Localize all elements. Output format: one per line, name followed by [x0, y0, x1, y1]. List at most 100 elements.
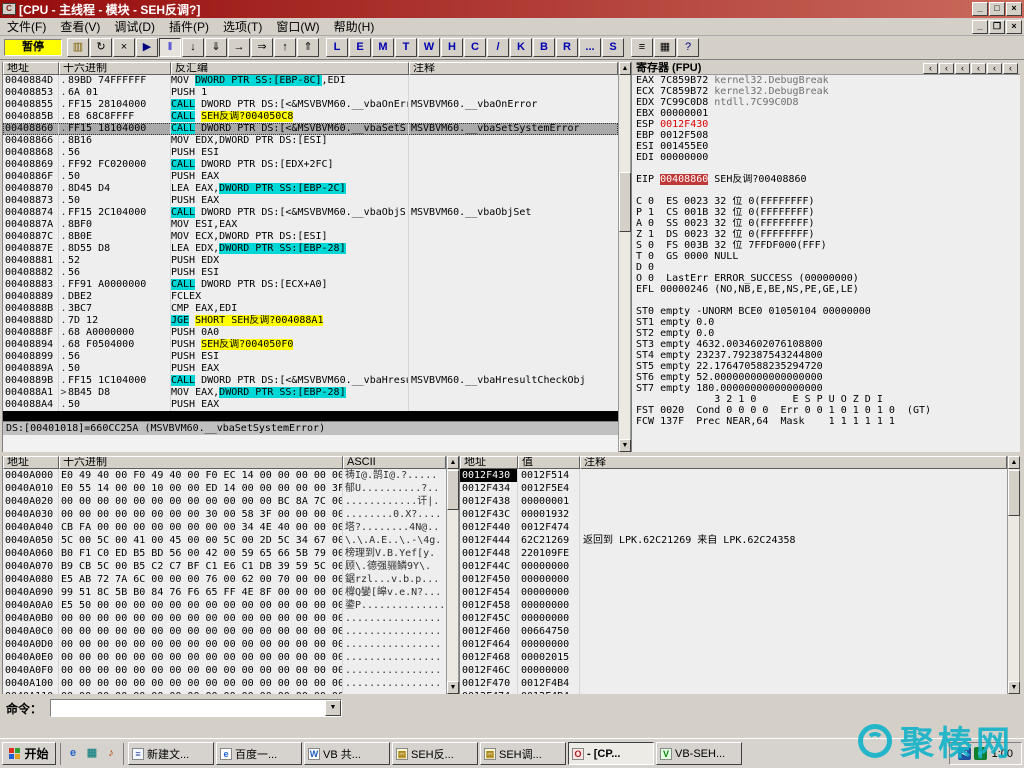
column-header[interactable]: 地址: [460, 456, 518, 469]
chevron-left-icon[interactable]: ‹: [923, 63, 938, 74]
disassembly-row[interactable]: 0040888D.7D 12JGE SHORT SEH反调?004088A1: [3, 315, 618, 327]
register-line[interactable]: D 0: [632, 262, 1020, 273]
stack-scrollbar[interactable]: ▲ ▼: [1007, 456, 1020, 694]
task-button[interactable]: O- [CP...: [568, 742, 654, 765]
register-line[interactable]: [632, 185, 1020, 196]
stack-row[interactable]: 0012F44C00000000: [460, 560, 1007, 573]
column-header[interactable]: 注释: [580, 456, 1007, 469]
dump-row[interactable]: 0040A0F000 00 00 00 00 00 00 00 00 00 00…: [3, 664, 446, 677]
toolbar-letter-button[interactable]: R: [556, 38, 578, 57]
close-program-icon[interactable]: ×: [113, 38, 135, 57]
register-line[interactable]: ST5 empty 22.176470588235294720: [632, 361, 1020, 372]
task-button[interactable]: ▤SEH反...: [392, 742, 478, 765]
stack-row[interactable]: 0012F45400000000: [460, 586, 1007, 599]
toolbar-letter-button[interactable]: S: [602, 38, 624, 57]
register-line[interactable]: ST7 empty 180.00000000000000000: [632, 383, 1020, 394]
menu-item[interactable]: 文件(F): [0, 17, 53, 36]
stack-row[interactable]: 0012F4300012F514: [460, 469, 1007, 482]
register-line[interactable]: EBP 0012F508: [632, 130, 1020, 141]
register-line[interactable]: ECX 7C859B72 kernel32.DebugBreak: [632, 86, 1020, 97]
column-header[interactable]: 十六进制: [59, 456, 343, 469]
disassembly-row[interactable]: 00408889.DBE2FCLEX: [3, 291, 618, 303]
toolbar-letter-button[interactable]: W: [418, 38, 440, 57]
help-icon[interactable]: ?: [677, 38, 699, 57]
disassembly-row[interactable]: 00408870.8D45 D4LEA EAX,DWORD PTR SS:[EB…: [3, 183, 618, 195]
dump-scrollbar[interactable]: ▲ ▼: [446, 456, 459, 694]
toolbar-letter-button[interactable]: E: [349, 38, 371, 57]
stack-row[interactable]: 0012F43C00001932: [460, 508, 1007, 521]
register-line[interactable]: P 1 CS 001B 32 位 0(FFFFFFFF): [632, 207, 1020, 218]
dump-row[interactable]: 0040A02000 00 00 00 00 00 00 00 00 00 00…: [3, 495, 446, 508]
step-into-icon[interactable]: ↓: [182, 38, 204, 57]
stack-row[interactable]: 0012F4740012F4B4: [460, 690, 1007, 694]
column-header[interactable]: 反汇编: [171, 62, 409, 75]
stack-row[interactable]: 0012F4400012F474: [460, 521, 1007, 534]
scroll-up-button[interactable]: ▲: [1008, 456, 1020, 469]
register-line[interactable]: [632, 163, 1020, 174]
dump-row[interactable]: 0040A0D000 00 00 00 00 00 00 00 00 00 00…: [3, 638, 446, 651]
open-file-icon[interactable]: ▥: [67, 38, 89, 57]
column-header[interactable]: 值: [518, 456, 580, 469]
scroll-thumb[interactable]: [619, 172, 631, 232]
disassembly-row[interactable]: 0040888B.3BC7CMP EAX,EDI: [3, 303, 618, 315]
register-line[interactable]: EAX 7C859B72 kernel32.DebugBreak: [632, 75, 1020, 86]
toolbar-letter-button[interactable]: L: [326, 38, 348, 57]
register-line[interactable]: EIP 00408860 SEH反调?00408860: [632, 174, 1020, 185]
register-line[interactable]: 3 2 1 0 E S P U O Z D I: [632, 394, 1020, 405]
column-header[interactable]: 十六进制: [59, 62, 171, 75]
media-player-icon[interactable]: ♪: [103, 746, 119, 762]
scroll-up-button[interactable]: ▲: [447, 456, 459, 469]
register-line[interactable]: ST3 empty 4632.0034602076108800: [632, 339, 1020, 350]
dump-row[interactable]: 0040A03000 00 00 00 00 00 00 00 30 00 58…: [3, 508, 446, 521]
disassembly-row[interactable]: 0040887C.8B0EMOV ECX,DWORD PTR DS:[ESI]: [3, 231, 618, 243]
toolbar-letter-button[interactable]: C: [464, 38, 486, 57]
toolbar-letter-button[interactable]: T: [395, 38, 417, 57]
disassembly-row[interactable]: 00408860.FF15 18104000CALL DWORD PTR DS:…: [3, 123, 618, 135]
dump-row[interactable]: 0040A11000 00 00 00 00 00 00 00 00 00 00…: [3, 690, 446, 694]
chevron-left-icon[interactable]: ‹: [971, 63, 986, 74]
step-over-icon[interactable]: ⇓: [205, 38, 227, 57]
disassembly-row[interactable]: 00408899.56PUSH ESI: [3, 351, 618, 363]
register-line[interactable]: S 0 FS 003B 32 位 7FFDF000(FFF): [632, 240, 1020, 251]
menu-item[interactable]: 帮助(H): [327, 17, 382, 36]
scroll-down-button[interactable]: ▼: [1008, 681, 1020, 694]
dump-row[interactable]: 0040A0E000 00 00 00 00 00 00 00 00 00 00…: [3, 651, 446, 664]
register-line[interactable]: A 0 SS 0023 32 位 0(FFFFFFFF): [632, 218, 1020, 229]
dump-row[interactable]: 0040A0505C 00 5C 00 41 00 45 00 00 5C 00…: [3, 534, 446, 547]
menu-item[interactable]: 调试(D): [107, 17, 162, 36]
menu-item[interactable]: 窗口(W): [269, 17, 326, 36]
scroll-down-button[interactable]: ▼: [619, 439, 631, 452]
dump-row[interactable]: 0040A080E5 AB 72 7A 6C 00 00 00 76 00 62…: [3, 573, 446, 586]
disassembly-row[interactable]: 00408868.56PUSH ESI: [3, 147, 618, 159]
maximize-button[interactable]: □: [989, 2, 1005, 16]
app-icon[interactable]: C: [2, 3, 16, 15]
dump-row[interactable]: 0040A09099 51 8C 5B B0 84 76 F6 65 FF 4E…: [3, 586, 446, 599]
register-line[interactable]: [632, 295, 1020, 306]
task-button[interactable]: VVB-SEH...: [656, 742, 742, 765]
disassembly-row[interactable]: 0040885B.E8 68C8FFFFCALL SEH反调?004050C8: [3, 111, 618, 123]
execute-till-return-icon[interactable]: ↑: [274, 38, 296, 57]
column-header[interactable]: 地址: [3, 456, 59, 469]
register-line[interactable]: EBX 00000001: [632, 108, 1020, 119]
toolbar-letter-button[interactable]: M: [372, 38, 394, 57]
stack-row[interactable]: 0012F448220109FE: [460, 547, 1007, 560]
stack-row[interactable]: 0012F44462C21269返回到 LPK.62C21269 来自 LPK.…: [460, 534, 1007, 547]
disassembly-row[interactable]: 004088A4.50PUSH EAX: [3, 399, 618, 411]
disassembly-row[interactable]: 0040888F.68 A0000000PUSH 0A0: [3, 327, 618, 339]
dump-row[interactable]: 0040A000E0 49 40 00 F0 49 40 00 F0 EC 14…: [3, 469, 446, 482]
close-button[interactable]: ×: [1006, 2, 1022, 16]
column-header[interactable]: ASCII: [343, 456, 446, 469]
register-line[interactable]: ST1 empty 0.0: [632, 317, 1020, 328]
execute-till-user-icon[interactable]: ⇑: [297, 38, 319, 57]
stack-row[interactable]: 0012F46400000000: [460, 638, 1007, 651]
column-header[interactable]: 地址: [3, 62, 59, 75]
disassembly-row[interactable]: 00408873.50PUSH EAX: [3, 195, 618, 207]
dump-row[interactable]: 0040A070B9 CB 5C 00 B5 C2 C7 BF C1 E6 C1…: [3, 560, 446, 573]
dump-row[interactable]: 0040A0B000 00 00 00 00 00 00 00 00 00 00…: [3, 612, 446, 625]
mdi-restore-button[interactable]: ❐: [989, 20, 1005, 34]
toolbar-letter-button[interactable]: /: [487, 38, 509, 57]
chevron-left-icon[interactable]: ‹: [955, 63, 970, 74]
register-line[interactable]: ST6 empty 52.000000000000000000: [632, 372, 1020, 383]
disassembly-row[interactable]: 00408883.FF91 A0000000CALL DWORD PTR DS:…: [3, 279, 618, 291]
register-line[interactable]: ST0 empty -UNORM BCE0 01050104 00000000: [632, 306, 1020, 317]
